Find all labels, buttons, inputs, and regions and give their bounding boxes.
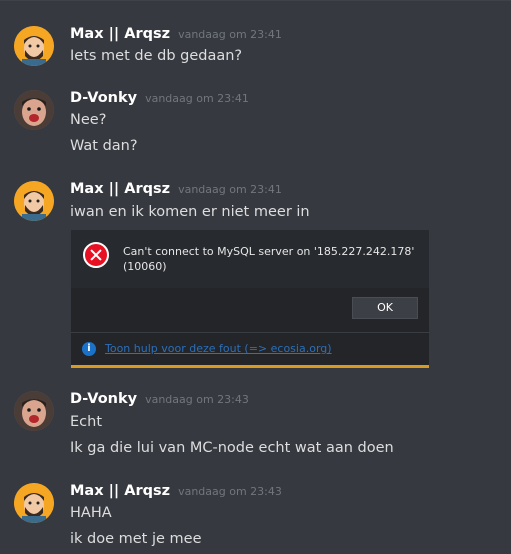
username[interactable]: Max || Arqsz vandaag om 23:41 [70,181,282,197]
message-text: ik doe met je mee [70,531,202,547]
top-divider [0,0,511,1]
timestamp: vandaag om 23:43 [178,485,282,498]
timestamp: vandaag om 23:41 [178,183,282,196]
info-icon: i [82,342,96,356]
username-text[interactable]: D-Vonky [70,391,137,407]
timestamp: vandaag om 23:41 [178,28,282,41]
error-message: Can't connect to MySQL server on '185.22… [123,245,415,273]
username[interactable]: D-Vonky vandaag om 23:41 [70,90,249,106]
help-link[interactable]: Toon hulp voor deze fout (=> ecosia.org) [105,342,332,355]
avatar[interactable] [14,483,54,523]
error-dialog-image[interactable]: Can't connect to MySQL server on '185.22… [71,230,429,368]
message-text: Wat dan? [70,138,138,154]
username-text[interactable]: Max || Arqsz [70,26,170,42]
avatar[interactable] [14,181,54,221]
message-text: iwan en ik komen er niet meer in [70,204,310,220]
username[interactable]: D-Vonky vandaag om 23:43 [70,391,249,407]
username-text[interactable]: D-Vonky [70,90,137,106]
dialog-divider [71,332,429,333]
ok-button[interactable]: OK [352,297,418,319]
avatar[interactable] [14,391,54,431]
message-text: Echt [70,414,103,430]
timestamp: vandaag om 23:43 [145,393,249,406]
error-x-icon [83,242,109,268]
avatar[interactable] [14,26,54,66]
timestamp: vandaag om 23:41 [145,92,249,105]
message-text: Iets met de db gedaan? [70,48,243,64]
message-text: HAHA [70,505,112,521]
username-text[interactable]: Max || Arqsz [70,181,170,197]
message-text: Ik ga die lui van MC-node echt wat aan d… [70,440,394,456]
avatar[interactable] [14,90,54,130]
username-text[interactable]: Max || Arqsz [70,483,170,499]
username[interactable]: Max || Arqsz vandaag om 23:43 [70,483,282,499]
username[interactable]: Max || Arqsz vandaag om 23:41 [70,26,282,42]
message-text: Nee? [70,112,107,128]
